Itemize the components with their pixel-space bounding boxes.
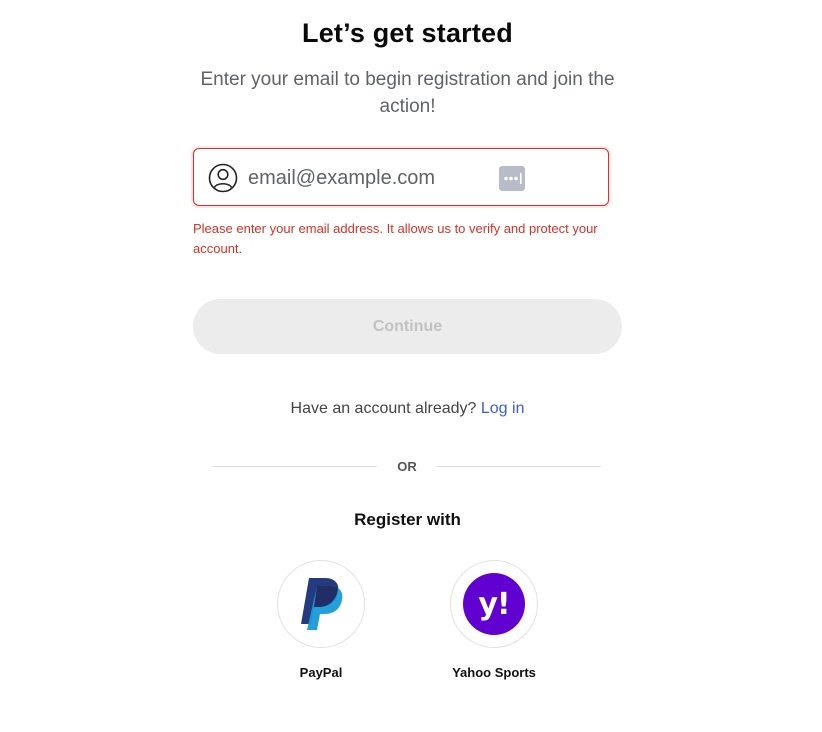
page-title: Let’s get started: [302, 18, 513, 48]
login-link[interactable]: Log in: [481, 400, 525, 417]
paypal-button[interactable]: [277, 560, 365, 648]
divider-left: [213, 466, 377, 467]
email-input[interactable]: [248, 163, 488, 193]
provider-label-yahoo-sports: Yahoo Sports: [452, 665, 536, 680]
provider-paypal[interactable]: PayPal: [261, 560, 381, 680]
yahoo-sports-button[interactable]: y!: [450, 560, 538, 648]
user-icon: [208, 163, 238, 193]
continue-button[interactable]: Continue: [193, 299, 622, 354]
yahoo-logo-icon: y!: [463, 573, 525, 635]
provider-label-paypal: PayPal: [299, 665, 343, 680]
login-prompt: Have an account already? Log in: [0, 400, 815, 418]
register-with-heading: Register with: [354, 510, 461, 529]
page-subtitle: Enter your email to begin registration a…: [200, 69, 615, 117]
divider-right: [437, 466, 601, 467]
divider-or-label: OR: [397, 459, 417, 474]
provider-yahoo-sports[interactable]: y! Yahoo Sports: [434, 560, 554, 680]
login-prompt-text: Have an account already?: [290, 400, 477, 417]
registration-page: Let’s get started Enter your email to be…: [0, 0, 822, 732]
email-field-container[interactable]: [193, 148, 609, 206]
paypal-logo-icon: [301, 578, 343, 630]
email-error-message: Please enter your email address. It allo…: [193, 221, 598, 256]
password-manager-icon[interactable]: [499, 166, 525, 191]
